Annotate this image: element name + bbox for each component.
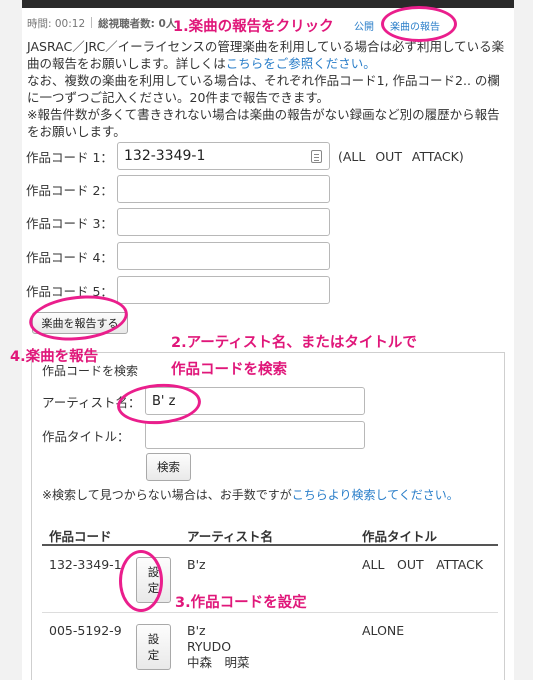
- results-header: 作品コード アーティスト名 作品タイトル: [42, 518, 498, 546]
- annotation-step-2-line-2: 作品コードを検索: [171, 362, 287, 378]
- result-artist: B'z: [187, 557, 206, 572]
- code-input-5[interactable]: [117, 276, 330, 304]
- code-input-1[interactable]: 132-3349-1: [117, 142, 330, 170]
- code-input-3[interactable]: [117, 208, 330, 236]
- highlight-circle-report-link: [381, 6, 457, 42]
- code-input-2[interactable]: [117, 175, 330, 203]
- result-title: ALONE: [362, 623, 405, 638]
- annotation-step-2-line-1: 2.アーティスト名、またはタイトルで: [171, 335, 417, 351]
- highlight-circle-set-button: [119, 550, 163, 612]
- search-note: ※検索して見つからない場合は、お手数ですがこちらより検索してください。: [42, 488, 459, 502]
- intro-line-2: なお、複数の楽曲を利用している場合は、それぞれ作品コード1, 作品コード2.. …: [27, 73, 500, 105]
- intro-line-3: ※報告件数が多くて書ききれない場合は楽曲の報告がない録画など別の履歴から報告をお…: [27, 107, 500, 139]
- code-label: 作品コード 2：: [26, 182, 113, 198]
- header-title: 作品タイトル: [362, 529, 438, 544]
- viewer-count: 総視聴者数: 0人: [98, 18, 177, 30]
- result-code: 005-5192-9: [49, 623, 122, 638]
- code-label: 作品コード 4：: [26, 249, 113, 265]
- result-title: ALL OUT ATTACK: [362, 557, 484, 572]
- code-row-3: 作品コード 3：: [26, 208, 330, 236]
- annotation-step-1: 1.楽曲の報告をクリック: [173, 19, 334, 35]
- annotation-step-4: 4.楽曲を報告: [10, 349, 99, 365]
- table-row: 005-5192-9 設定 B'z RYUDO 中森 明菜 ALONE: [42, 614, 498, 680]
- video-player-bottom[interactable]: [22, 0, 514, 8]
- header-artist: アーティスト名: [187, 529, 274, 544]
- alt-search-link[interactable]: こちらより検索してください。: [292, 488, 459, 502]
- details-link[interactable]: こちらをご参照ください。: [226, 56, 376, 71]
- elapsed-time: 時間: 00:12: [27, 18, 86, 30]
- header-code: 作品コード: [49, 529, 112, 544]
- result-code: 132-3349-1: [49, 557, 122, 572]
- annotation-step-3: 3.作品コードを設定: [175, 595, 307, 611]
- search-button[interactable]: 検索: [146, 453, 191, 481]
- song-title-input[interactable]: [145, 421, 365, 449]
- song-title-label: 作品タイトル：: [42, 428, 130, 444]
- public-link[interactable]: 公開: [354, 18, 374, 33]
- code-search-panel: 作品コードを検索 アーティスト名： B' z 作品タイトル： 検索 ※検索して見…: [31, 352, 505, 680]
- code-title-1: (ALL OUT ATTACK): [338, 148, 464, 164]
- code-label: 作品コード 1：: [26, 149, 113, 165]
- set-code-button[interactable]: 設定: [136, 624, 171, 670]
- code-row-4: 作品コード 4：: [26, 242, 330, 270]
- title-search-row: 作品タイトル：: [42, 421, 365, 449]
- result-artist: B'z RYUDO 中森 明菜: [187, 623, 250, 670]
- stream-status-bar: 時間: 00:12 総視聴者数: 0人: [27, 16, 176, 31]
- code-label: 作品コード 3：: [26, 215, 113, 231]
- code-row-2: 作品コード 2：: [26, 175, 330, 203]
- intro-text: JASRAC／JRC／イーライセンスの管理楽曲を利用している場合は必ず利用してい…: [27, 38, 512, 140]
- keyboard-icon: [311, 150, 322, 163]
- code-row-1: 作品コード 1： 132-3349-1 (ALL OUT ATTACK): [26, 142, 464, 170]
- artist-search-row: アーティスト名： B' z: [42, 387, 365, 415]
- code-input-4[interactable]: [117, 242, 330, 270]
